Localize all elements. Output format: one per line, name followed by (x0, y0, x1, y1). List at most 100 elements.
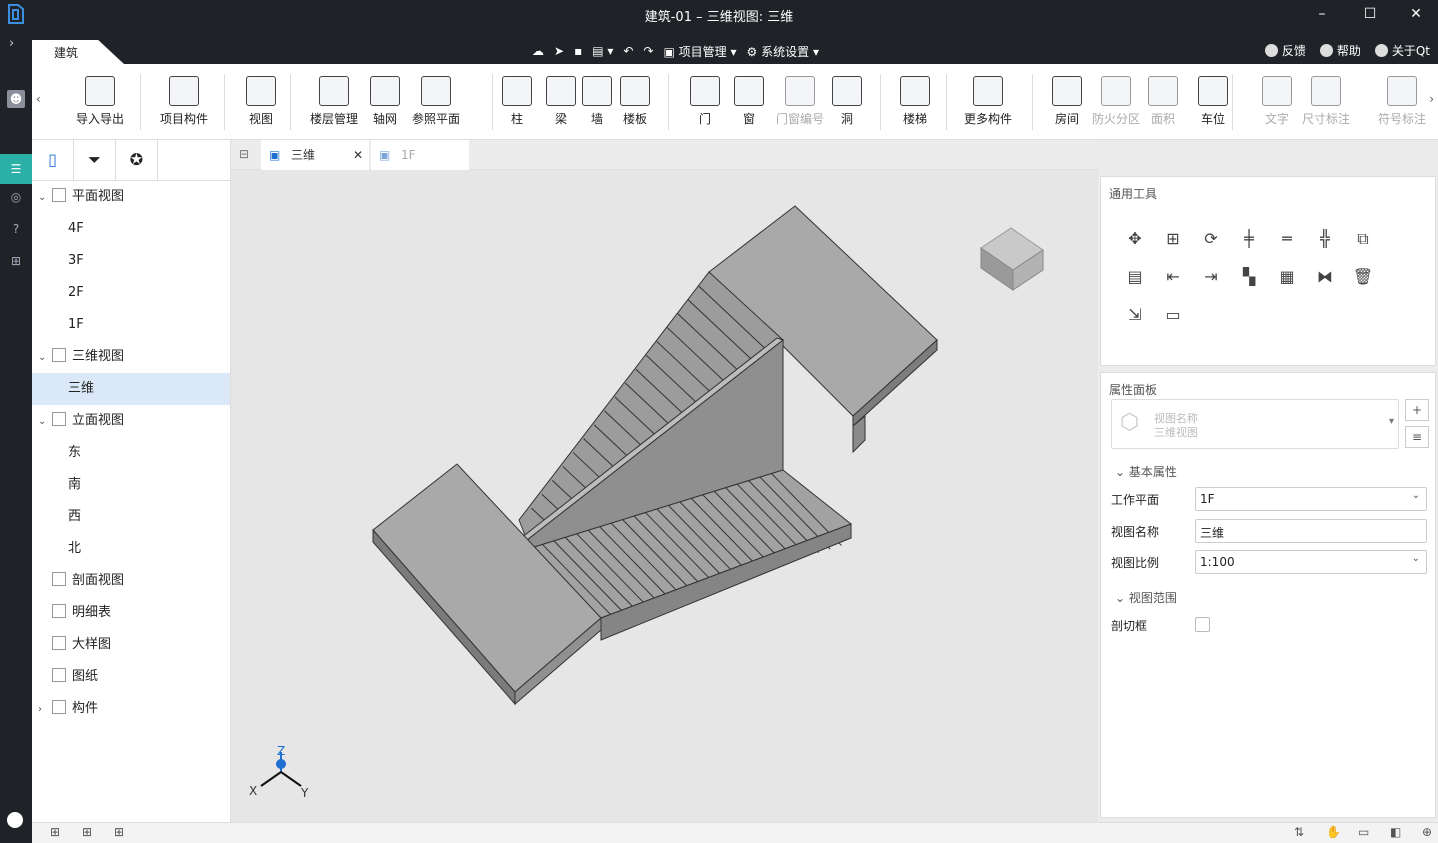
ribbon-area-button[interactable]: 面积 (1148, 76, 1178, 127)
align-icon[interactable]: ╪ (1237, 227, 1261, 251)
extend-right-icon[interactable]: ⇥ (1199, 265, 1223, 289)
screen-icon[interactable]: ▭ (1358, 825, 1369, 839)
tree-item[interactable]: 大样图 (32, 629, 230, 661)
send-icon[interactable]: ➤ (554, 44, 564, 58)
close-tab-icon[interactable]: ✕ (353, 140, 363, 170)
trim-icon[interactable]: ╬ (1313, 227, 1337, 251)
ribbon-text-button[interactable]: 文字 (1262, 76, 1292, 127)
ribbon-floor-mgmt-button[interactable]: 楼层管理 (310, 76, 358, 127)
tree-item[interactable]: 1F (32, 309, 230, 341)
stair-model[interactable] (231, 170, 1098, 822)
offset-icon[interactable]: ▤ (1123, 265, 1147, 289)
tree-item[interactable]: 4F (32, 213, 230, 245)
ribbon-slab-button[interactable]: 楼板 (620, 76, 650, 127)
work-plane-select[interactable]: 1F ⌄ (1195, 487, 1427, 511)
ribbon-project-components-button[interactable]: 项目构件 (160, 76, 208, 127)
ribbon-dimension-button[interactable]: 尺寸标注 (1302, 76, 1350, 127)
move-icon[interactable]: ✥ (1123, 227, 1147, 251)
add-icon[interactable]: ⊞ (1161, 227, 1185, 251)
undo-icon[interactable]: ↶ (623, 44, 633, 58)
status-dot-icon[interactable] (7, 812, 23, 828)
tree-item[interactable]: 三维 (32, 373, 230, 405)
tree-item[interactable]: ⌄ 立面视图 (32, 405, 230, 437)
filter-icon[interactable]: ⏷ (74, 140, 116, 180)
section-basic[interactable]: ⌄ 基本属性 (1115, 463, 1177, 480)
ribbon-scroll-left-icon[interactable]: ‹ (36, 92, 41, 106)
chevron-down-icon[interactable]: ⌄ (38, 182, 48, 214)
redo-icon[interactable]: ↷ (643, 44, 653, 58)
chevron-down-icon[interactable]: ⌄ (38, 342, 48, 374)
ribbon-stair-button[interactable]: 楼梯 (900, 76, 930, 127)
tree-item[interactable]: 北 (32, 533, 230, 565)
ribbon-more-components-button[interactable]: 更多构件 (964, 76, 1012, 127)
view-tab-1f[interactable]: ▣ 1F (371, 140, 469, 170)
ribbon-window-button[interactable]: 窗 (734, 76, 764, 127)
layout-1-icon[interactable]: ⊞ (50, 825, 60, 839)
ribbon-door-button[interactable]: 门 (690, 76, 720, 127)
tree-item[interactable]: 剖面视图 (32, 565, 230, 597)
delete-icon[interactable]: 🗑 (1351, 265, 1375, 289)
measure-icon[interactable]: ▭ (1161, 303, 1185, 327)
tab-architecture[interactable]: 建筑 (32, 40, 124, 64)
mirror-icon[interactable]: ⧓ (1313, 265, 1337, 289)
tree-item[interactable]: 图纸 (32, 661, 230, 693)
rotate-icon[interactable]: ⟳ (1199, 227, 1223, 251)
save-icon[interactable]: ▪ (574, 44, 582, 58)
split-icon[interactable]: ═ (1275, 227, 1299, 251)
list-icon[interactable]: ☰ (0, 154, 32, 184)
user-avatar-icon[interactable]: ☻ (7, 90, 25, 108)
view-scale-select[interactable]: 1:100 ⌄ (1195, 550, 1427, 574)
ribbon-wall-button[interactable]: 墙 (582, 76, 612, 127)
view-cube-icon[interactable] (977, 224, 1047, 294)
tree-item[interactable]: ⌄ 三维视图 (32, 341, 230, 373)
menu-list-button[interactable]: ≡ (1405, 426, 1429, 448)
question-icon[interactable]: ? (7, 220, 25, 238)
type-selector[interactable]: ⬡ 视图名称 三维视图 ▾ (1111, 399, 1399, 449)
sort-icon[interactable]: ⇅ (1294, 825, 1304, 839)
layout-2-icon[interactable]: ⊞ (82, 825, 92, 839)
maximize-button[interactable]: ☐ (1360, 4, 1380, 24)
feedback-link[interactable]: 反馈 (1264, 42, 1306, 59)
3d-viewport[interactable]: ⊟ ▣ 三维 ✕ ▣ 1F Z X Y (231, 140, 1098, 822)
ribbon-fire-zone-button[interactable]: 防火分区 (1092, 76, 1140, 127)
about-link[interactable]: 关于Qt (1374, 42, 1430, 59)
array-icon[interactable]: ▚ (1237, 265, 1261, 289)
close-window-button[interactable]: ✕ (1406, 4, 1426, 24)
settings-gear-icon[interactable]: ✪ (116, 140, 158, 180)
ribbon-view-button[interactable]: 视图 (246, 76, 276, 127)
tree-item[interactable]: ⌄ 平面视图 (32, 181, 230, 213)
section-box-checkbox[interactable] (1195, 617, 1210, 632)
grid-icon[interactable]: ⊞ (7, 252, 25, 270)
expand-icon[interactable]: › (9, 36, 14, 51)
chevron-down-icon[interactable]: ⌄ (38, 406, 48, 438)
ribbon-column-button[interactable]: 柱 (502, 76, 532, 127)
extend-left-icon[interactable]: ⇤ (1161, 265, 1185, 289)
add-button[interactable]: + (1405, 399, 1429, 421)
project-menu[interactable]: ▣ 项目管理 ▾ (664, 43, 737, 60)
group-icon[interactable]: ▦ (1275, 265, 1299, 289)
tree-item[interactable]: 2F (32, 277, 230, 309)
hand-icon[interactable]: ✋ (1326, 825, 1341, 839)
panel-tab-browser-icon[interactable]: ▯ (32, 140, 74, 180)
ribbon-door-window-number-button[interactable]: 门窗编号 (776, 76, 824, 127)
ribbon-ref-plane-button[interactable]: 参照平面 (412, 76, 460, 127)
ribbon-room-button[interactable]: 房间 (1052, 76, 1082, 127)
ribbon-axis-button[interactable]: 轴网 (370, 76, 400, 127)
chevron-right-icon[interactable]: › (38, 694, 48, 726)
ribbon-opening-button[interactable]: 洞 (832, 76, 862, 127)
ribbon-import-export-button[interactable]: 导入导出 (76, 76, 124, 127)
ribbon-parking-button[interactable]: 车位 (1198, 76, 1228, 127)
tree-item[interactable]: 东 (32, 437, 230, 469)
print-icon[interactable]: ▤ ▾ (592, 44, 613, 58)
tree-item[interactable]: 西 (32, 501, 230, 533)
tree-item[interactable]: 明细表 (32, 597, 230, 629)
pin-icon[interactable]: ⇲ (1123, 303, 1147, 327)
view-tab-3d[interactable]: ▣ 三维 ✕ (261, 140, 369, 170)
ribbon-symbol-button[interactable]: 符号标注 (1378, 76, 1426, 127)
cloud-icon[interactable]: ☁ (532, 44, 544, 58)
view-name-input[interactable]: 三维 (1195, 519, 1427, 543)
copy-icon[interactable]: ⧉ (1351, 227, 1375, 251)
zoom-icon[interactable]: ⊕ (1422, 825, 1432, 839)
layout-3-icon[interactable]: ⊞ (114, 825, 124, 839)
compass-icon[interactable]: ◎ (7, 188, 25, 206)
